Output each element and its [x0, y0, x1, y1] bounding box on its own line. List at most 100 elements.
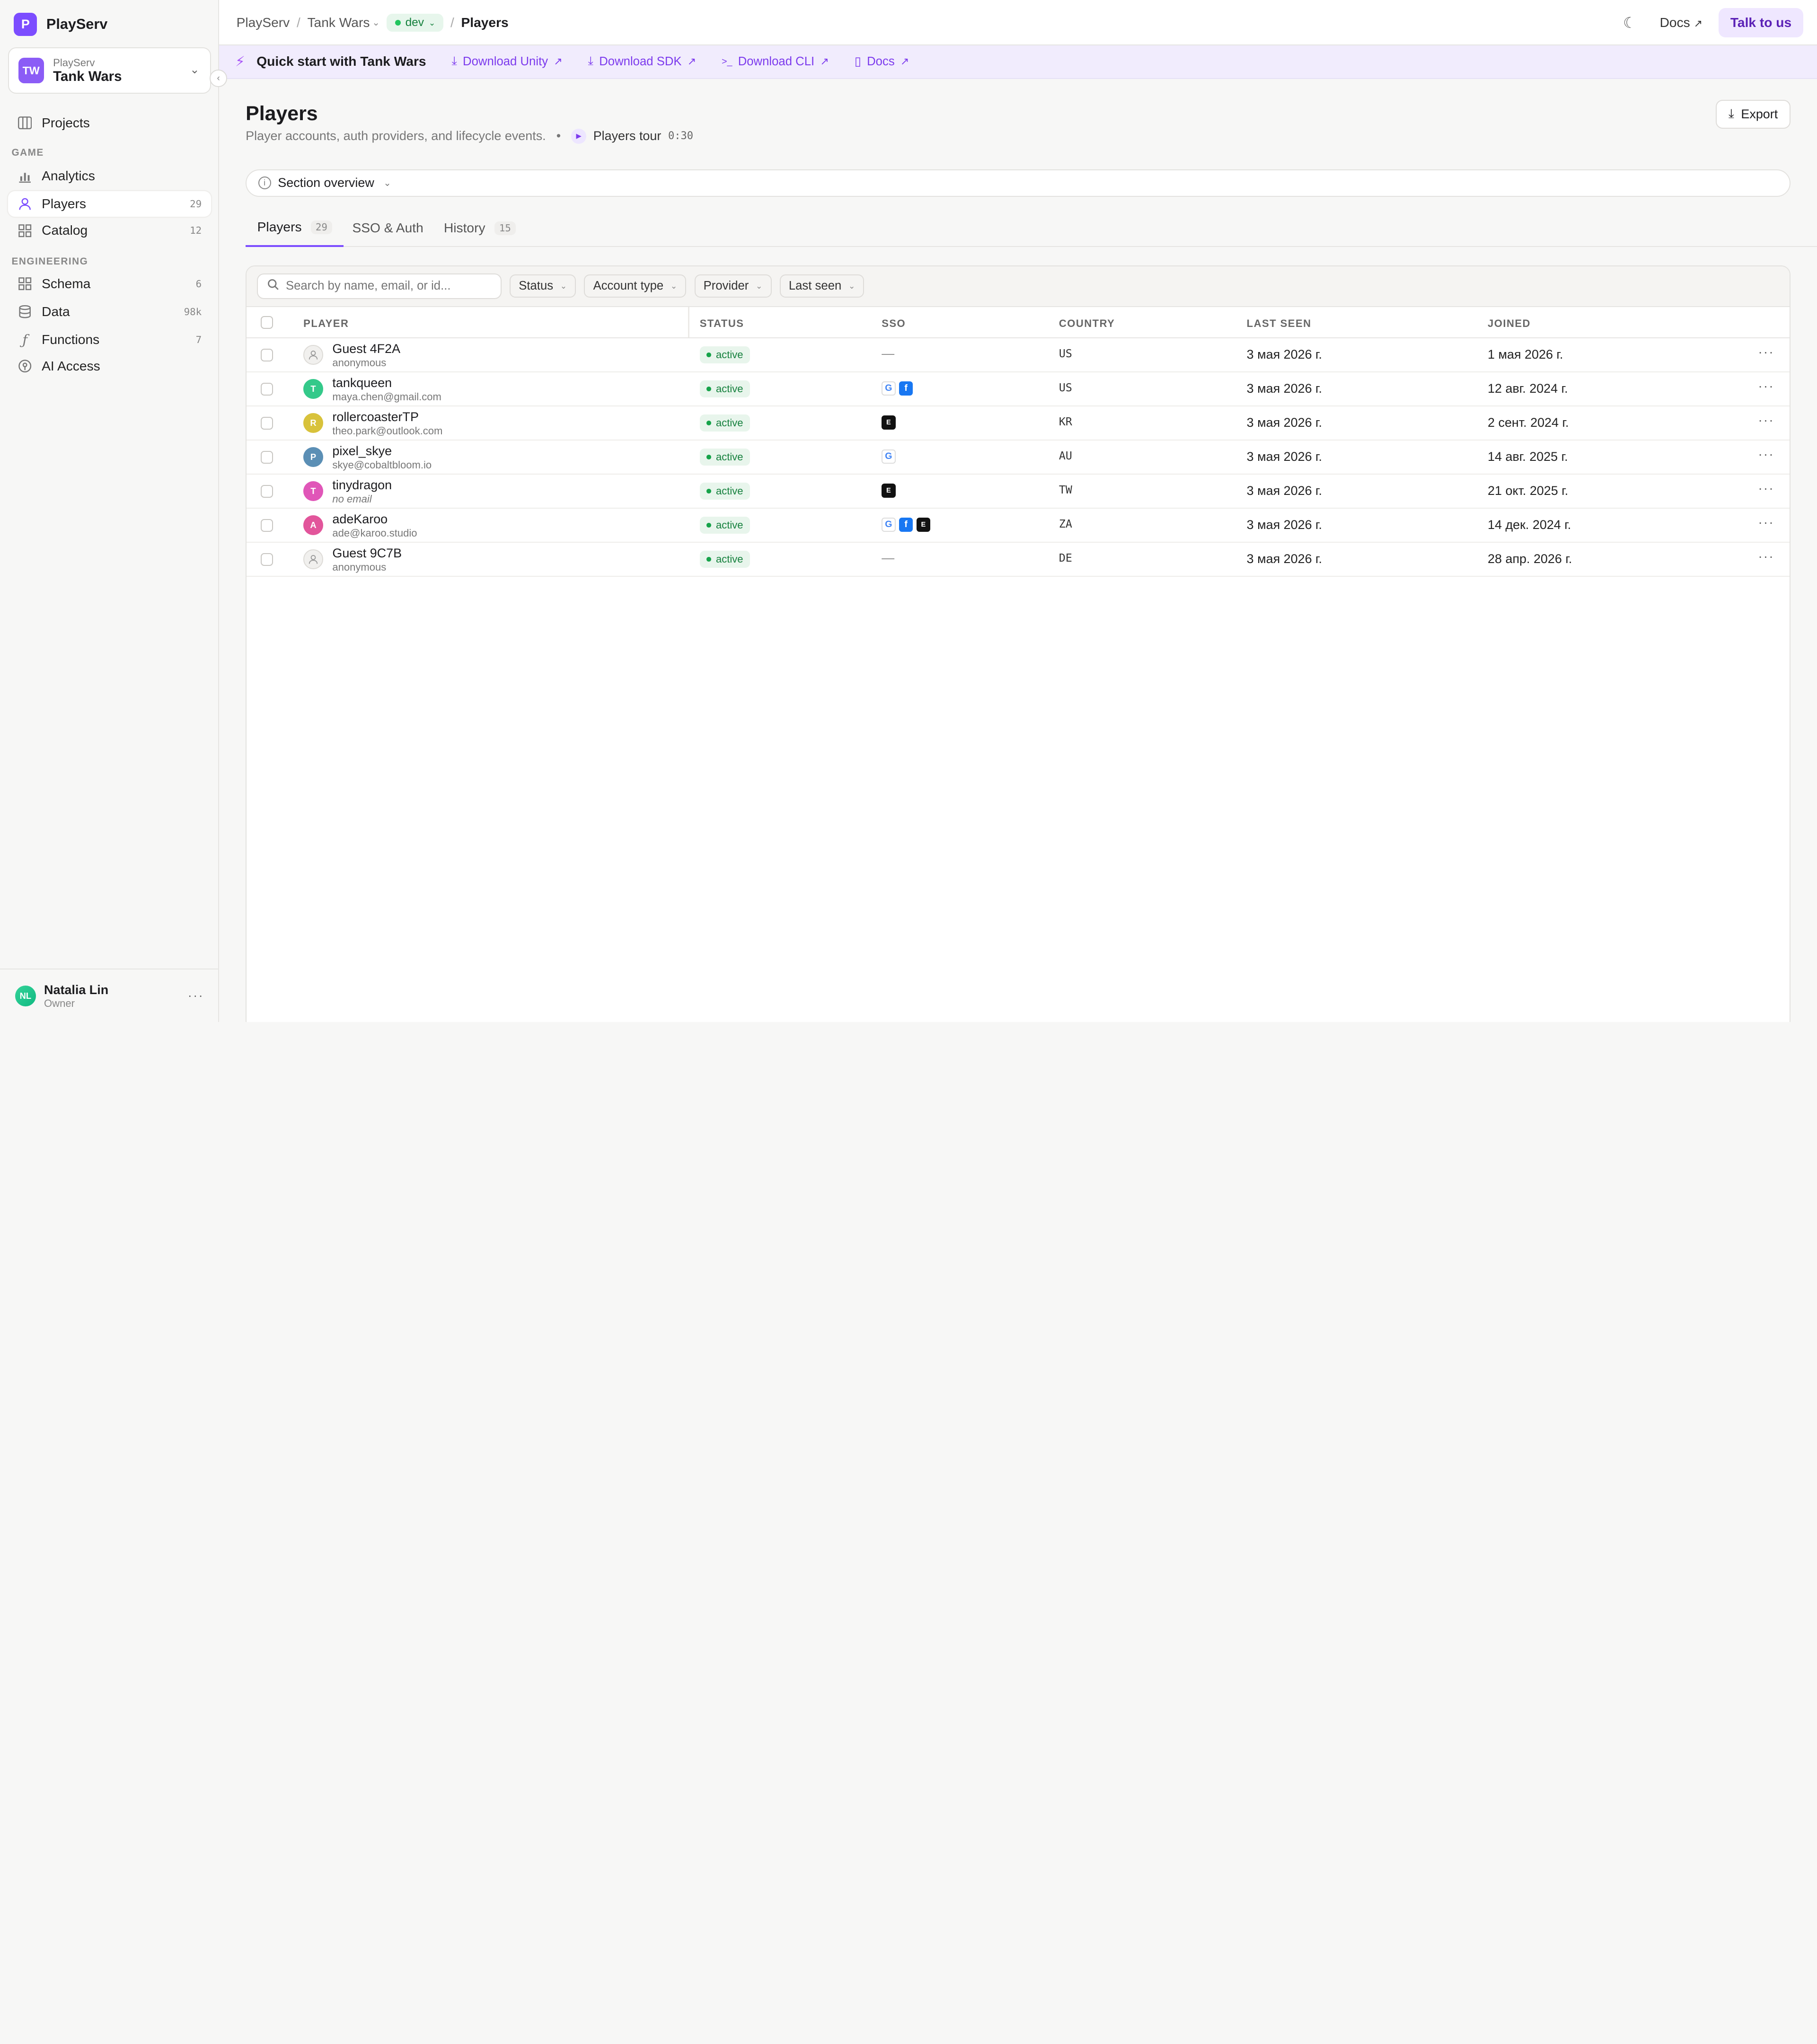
col-joined[interactable]: JOINED: [1488, 317, 1531, 330]
column-divider[interactable]: [688, 307, 689, 337]
player-email: no email: [332, 493, 372, 505]
export-button[interactable]: ⤓ Export: [1716, 99, 1791, 129]
row-actions-icon[interactable]: ···: [1758, 379, 1774, 394]
player-name[interactable]: Guest 4F2A: [332, 342, 400, 356]
link-label: Download CLI: [738, 54, 815, 68]
collapse-sidebar-button[interactable]: ‹: [210, 69, 227, 87]
avatar: NL: [15, 985, 36, 1006]
table-row[interactable]: Guest 9C7B anonymous active — DE 3 мая 2026 г…: [247, 543, 1790, 577]
table-row[interactable]: Ttinydragon no email active E TW 3 мая 2026 г…: [247, 475, 1790, 509]
col-sso[interactable]: SSO: [882, 317, 906, 330]
sidebar-item-count: 29: [190, 198, 202, 210]
filter-label: Account type: [593, 279, 664, 293]
moon-icon[interactable]: ☾: [1623, 14, 1637, 32]
sidebar-item-data[interactable]: Data 98k: [8, 299, 211, 325]
row-checkbox[interactable]: [260, 485, 273, 498]
sidebar-item-projects[interactable]: Projects: [8, 110, 211, 136]
col-last-seen[interactable]: LAST SEEN: [1247, 317, 1312, 330]
quickstart-banner: ⚡ Quick start with Tank Wars ⤓ Download U…: [219, 45, 1817, 79]
account-type-filter[interactable]: Account type ⌄: [584, 274, 687, 298]
search-input[interactable]: [285, 279, 483, 293]
table-row[interactable]: Guest 4F2A anonymous active — US 3 мая 2026 г…: [247, 338, 1790, 372]
sidebar-item-ai-access[interactable]: AI Access: [8, 353, 211, 379]
external-link-icon: ↗: [820, 55, 829, 67]
player-name[interactable]: rollercoasterTP: [332, 410, 419, 424]
joined-date: 12 авг. 2024 г.: [1488, 381, 1568, 396]
row-checkbox[interactable]: [260, 416, 273, 430]
env-pill[interactable]: dev ⌄: [387, 14, 444, 32]
filter-label: Status: [519, 279, 554, 293]
row-checkbox[interactable]: [260, 450, 273, 464]
sidebar-item-catalog[interactable]: Catalog 12: [8, 218, 211, 243]
download-sdk-link[interactable]: ⤓ Download SDK ↗: [588, 54, 697, 69]
player-name[interactable]: adeKaroo: [332, 512, 388, 527]
sidebar-item-functions[interactable]: ƒ Functions 7: [8, 327, 211, 352]
sidebar-item-count: 12: [190, 225, 202, 237]
quickstart-docs-link[interactable]: ▯ Docs ↗: [855, 54, 909, 69]
table-row[interactable]: RrollercoasterTP theo.park@outlook.com act…: [247, 406, 1790, 441]
provider-filter[interactable]: Provider ⌄: [694, 274, 772, 298]
docs-link[interactable]: Docs ↗: [1660, 15, 1702, 30]
status-label: active: [715, 485, 743, 497]
country-code: AU: [1058, 449, 1072, 463]
section-overview-toggle[interactable]: i Section overview ⌄: [246, 169, 1791, 197]
player-name[interactable]: tinydragon: [332, 478, 392, 493]
project-switcher[interactable]: TW PlayServ Tank Wars ⌄: [8, 47, 211, 94]
sidebar-item-analytics[interactable]: Analytics: [8, 163, 211, 189]
row-actions-icon[interactable]: ···: [1758, 413, 1774, 428]
more-icon[interactable]: ···: [188, 988, 204, 1003]
sidebar-item-players[interactable]: Players 29: [8, 191, 211, 217]
players-tour-button[interactable]: ▶ Players tour 0:30: [571, 128, 693, 144]
download-unity-link[interactable]: ⤓ Download Unity ↗: [451, 54, 562, 69]
breadcrumb-project[interactable]: Tank Wars: [307, 15, 370, 30]
row-actions-icon[interactable]: ···: [1758, 481, 1774, 496]
tab-history[interactable]: History 15: [432, 210, 527, 247]
project-name: Tank Wars: [53, 69, 122, 85]
brand[interactable]: P PlayServ: [14, 12, 107, 36]
row-checkbox[interactable]: [260, 348, 273, 361]
table-row[interactable]: Ppixel_skye skye@cobaltbloom.io active G AU 3…: [247, 441, 1790, 475]
filter-bar: Status ⌄ Account type ⌄ Provider ⌄ Last see…: [247, 266, 1790, 307]
player-name[interactable]: tankqueen: [332, 376, 392, 390]
chevron-down-icon: ⌄: [756, 281, 763, 291]
select-all-checkbox[interactable]: [260, 316, 273, 329]
player-name[interactable]: pixel_skye: [332, 444, 392, 458]
row-checkbox[interactable]: [260, 519, 273, 532]
status-dot: [706, 556, 712, 562]
talk-to-us-button[interactable]: Talk to us: [1719, 8, 1803, 37]
sidebar-item-count: 6: [195, 278, 202, 290]
download-cli-link[interactable]: >_ Download CLI ↗: [722, 55, 829, 69]
row-actions-icon[interactable]: ···: [1758, 447, 1774, 462]
table-body: Guest 4F2A anonymous active — US 3 мая 2026 г…: [247, 338, 1790, 577]
breadcrumb-org[interactable]: PlayServ: [237, 15, 290, 30]
row-checkbox[interactable]: [260, 553, 273, 566]
player-name[interactable]: Guest 9C7B: [332, 546, 402, 561]
sidebar-item-schema[interactable]: Schema 6: [8, 271, 211, 297]
breadcrumb: PlayServ / Tank Wars ⌄ dev ⌄ / Players: [237, 14, 509, 32]
main-content: PlayServ / Tank Wars ⌄ dev ⌄ / Players ☾…: [219, 0, 1817, 1022]
table-row[interactable]: AadeKaroo ade@karoo.studio active Gf E ZA 3 ма…: [247, 509, 1790, 543]
info-icon: i: [258, 176, 271, 190]
col-country[interactable]: COUNTRY: [1059, 317, 1115, 330]
external-link-icon: ↗: [687, 55, 697, 67]
tab-players[interactable]: Players 29: [246, 210, 344, 247]
row-actions-icon[interactable]: ···: [1758, 515, 1774, 530]
last-seen-date: 3 мая 2026 г.: [1246, 449, 1323, 464]
last-seen-filter[interactable]: Last seen ⌄: [779, 274, 864, 298]
search-box[interactable]: [257, 273, 502, 299]
tab-sso-auth[interactable]: SSO & Auth: [341, 210, 435, 247]
sidebar-item-label: Analytics: [42, 168, 95, 184]
chevron-down-icon: ⌄: [560, 281, 567, 291]
epic-games-icon: E: [916, 518, 931, 532]
row-actions-icon[interactable]: ···: [1758, 549, 1774, 564]
status-dot: [706, 420, 712, 425]
status-filter[interactable]: Status ⌄: [510, 274, 576, 298]
status-label: active: [715, 348, 743, 361]
user-menu[interactable]: NL Natalia Lin Owner ···: [0, 969, 219, 1022]
status-dot: [706, 522, 712, 528]
col-status[interactable]: STATUS: [700, 317, 744, 330]
col-player[interactable]: PLAYER: [303, 317, 349, 330]
row-checkbox[interactable]: [260, 382, 273, 396]
table-row[interactable]: Ttankqueen maya.chen@gmail.com active Gf US 3…: [247, 372, 1790, 406]
row-actions-icon[interactable]: ···: [1758, 345, 1774, 360]
